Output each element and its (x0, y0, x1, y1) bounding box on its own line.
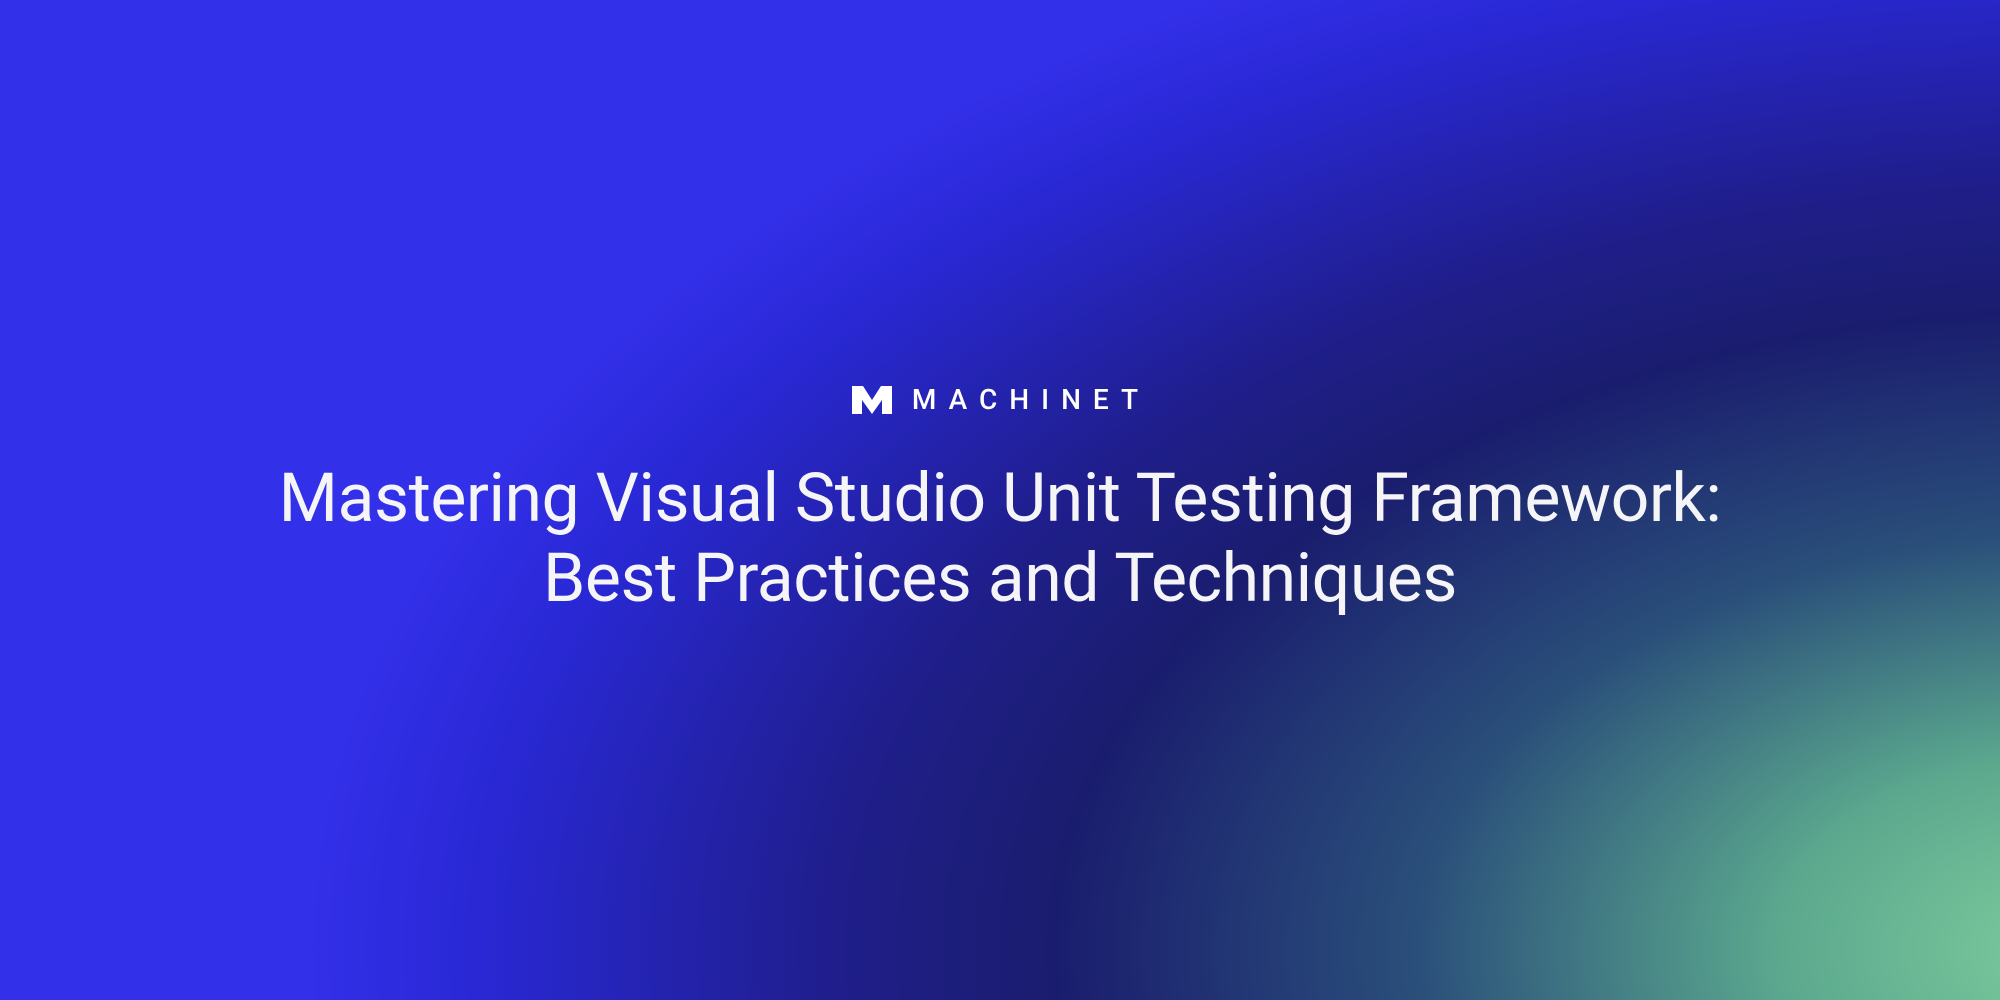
hero-banner: MACHINET Mastering Visual Studio Unit Te… (0, 0, 2000, 1000)
machinet-logo-icon (850, 382, 894, 418)
brand-name: MACHINET (912, 383, 1150, 416)
brand-row: MACHINET (850, 382, 1150, 418)
page-headline: Mastering Visual Studio Unit Testing Fra… (250, 458, 1750, 618)
